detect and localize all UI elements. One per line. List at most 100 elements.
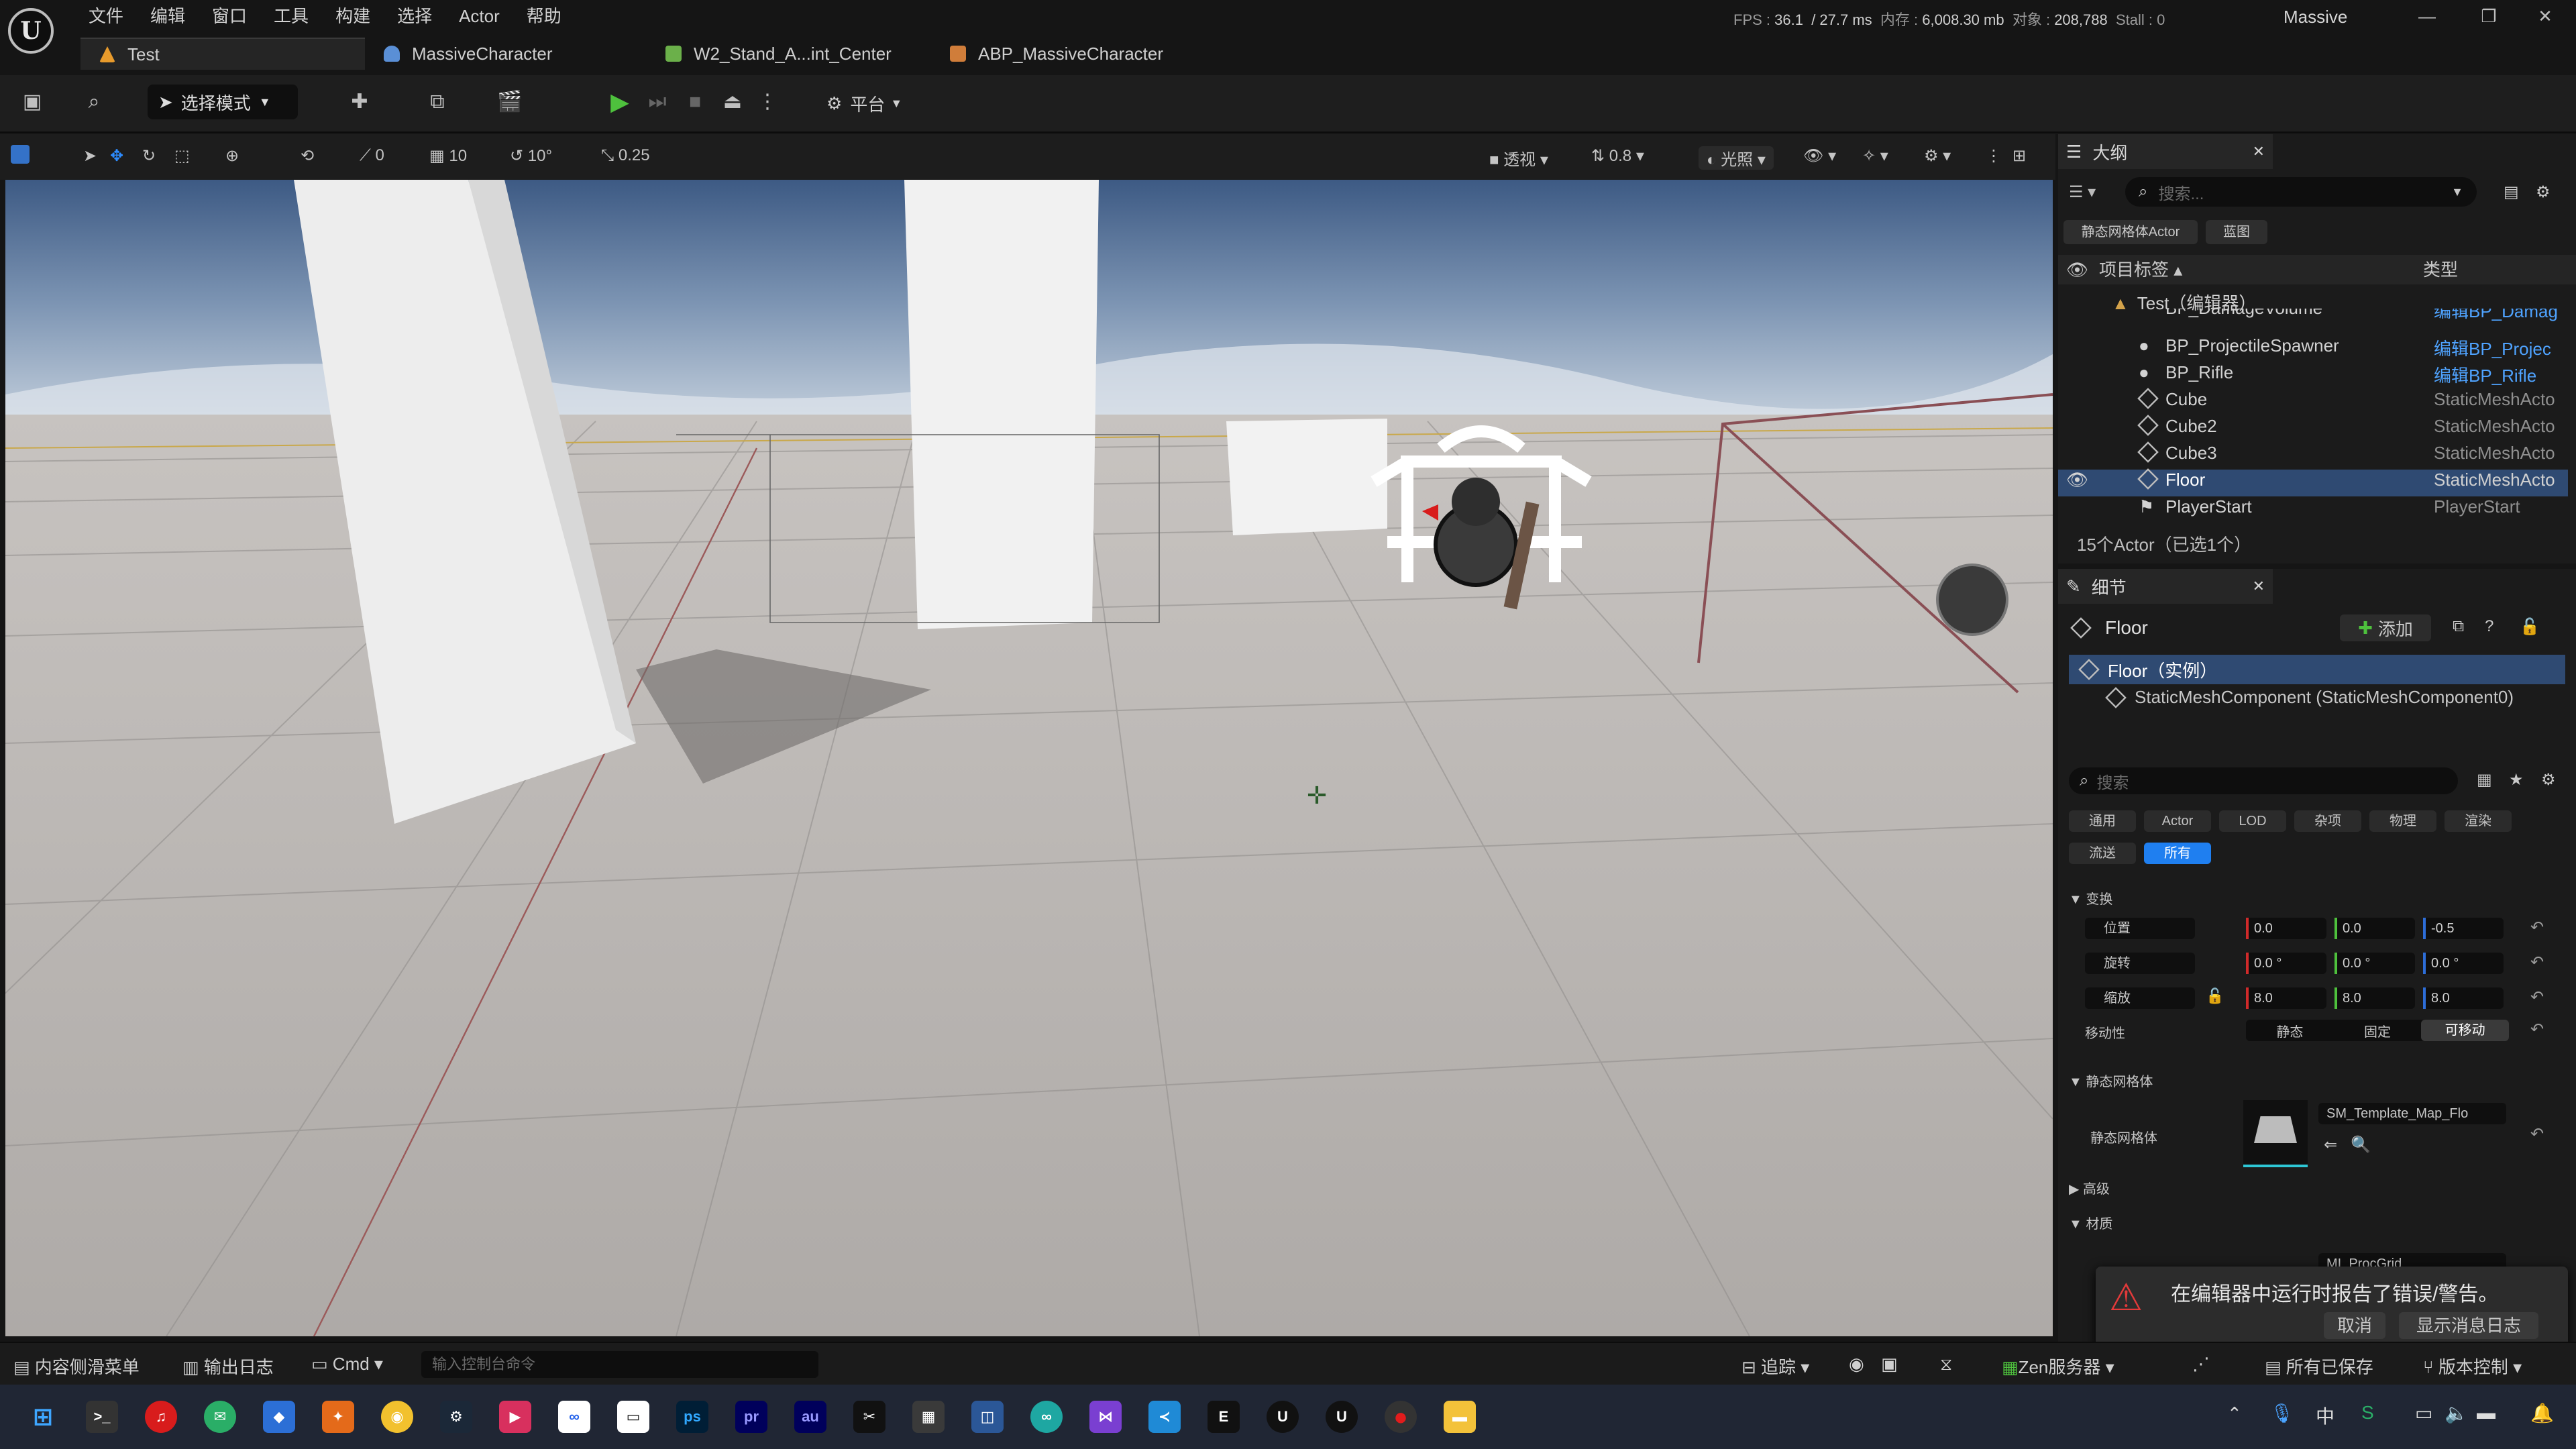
app-icon[interactable]: ▭ bbox=[617, 1401, 649, 1433]
column-label[interactable]: 项目标签 ▴ bbox=[2099, 260, 2182, 280]
scale-icon[interactable]: ⬚ bbox=[174, 146, 190, 166]
menu-select[interactable]: 选择 bbox=[386, 3, 448, 30]
show-log-button[interactable]: 显示消息日志 bbox=[2399, 1312, 2538, 1339]
record-icon[interactable]: ● bbox=[1385, 1401, 1417, 1433]
record-icon[interactable]: ◉ bbox=[1849, 1354, 1864, 1375]
audition-icon[interactable]: au bbox=[794, 1401, 826, 1433]
microphone-icon[interactable]: 🎙 bbox=[2270, 1402, 2294, 1424]
premiere-icon[interactable]: pr bbox=[735, 1401, 767, 1433]
item-type[interactable]: 编辑BP_Rifle bbox=[2434, 362, 2536, 387]
more-icon[interactable]: ⋮ bbox=[754, 89, 781, 115]
star-icon[interactable]: ★ bbox=[2509, 770, 2524, 790]
translate-icon[interactable]: ✥ bbox=[110, 146, 123, 166]
instance-row[interactable]: Floor（实例） bbox=[2069, 655, 2565, 684]
select-tool-icon[interactable]: ➤ bbox=[83, 146, 97, 166]
save-all-button[interactable]: ▤ 所有已保存 bbox=[2265, 1354, 2373, 1379]
list-item[interactable]: Cube3 StaticMeshActo bbox=[2058, 441, 2568, 470]
filter-lod[interactable]: LOD bbox=[2219, 810, 2286, 832]
meta-icon[interactable]: ∞ bbox=[558, 1401, 590, 1433]
blueprint-menu-icon[interactable]: ⧉ bbox=[424, 89, 451, 115]
cmd-dropdown[interactable]: ▭ Cmd ▾ bbox=[311, 1354, 383, 1375]
viewport-options-icon[interactable]: ⋮ bbox=[1986, 146, 2002, 166]
unreal-icon[interactable]: U bbox=[1267, 1401, 1299, 1433]
menu-help[interactable]: 帮助 bbox=[516, 3, 578, 30]
filter-rendering[interactable]: 渲染 bbox=[2445, 810, 2512, 832]
minimize-button[interactable]: — bbox=[2396, 3, 2458, 30]
app-icon[interactable]: ▶ bbox=[499, 1401, 531, 1433]
filter-physics[interactable]: 物理 bbox=[2369, 810, 2436, 832]
rotation-dropdown[interactable]: 旋转 bbox=[2085, 953, 2195, 974]
app-icon[interactable]: ◫ bbox=[971, 1401, 1004, 1433]
blueprint-convert-icon[interactable]: ⧉ bbox=[2453, 617, 2464, 636]
location-y[interactable]: 0.0 bbox=[2334, 918, 2415, 939]
scale-z[interactable]: 8.0 bbox=[2423, 987, 2504, 1009]
reset-icon[interactable]: ↶ bbox=[2530, 987, 2544, 1007]
lock-icon[interactable]: 🔓 bbox=[2520, 617, 2540, 637]
reset-icon[interactable]: ↶ bbox=[2530, 918, 2544, 937]
filter-chip-blueprint[interactable]: 蓝图 bbox=[2206, 220, 2267, 244]
chrome-icon[interactable]: ◉ bbox=[381, 1401, 413, 1433]
add-component-button[interactable]: ✚ 添加 bbox=[2340, 614, 2431, 641]
tab-animation[interactable]: W2_Stand_A...int_Center bbox=[665, 38, 892, 70]
angle-snap-button[interactable]: ⟋ 0 bbox=[360, 146, 384, 165]
close-window-button[interactable]: ✕ bbox=[2514, 3, 2576, 30]
realtime-icon[interactable]: ✧ ▾ bbox=[1862, 146, 1888, 166]
calculator-icon[interactable]: ▦ bbox=[912, 1401, 945, 1433]
visual-studio-icon[interactable]: ⋈ bbox=[1089, 1401, 1122, 1433]
browse-icon[interactable]: ⌕ bbox=[80, 89, 107, 115]
location-z[interactable]: -0.5 bbox=[2423, 918, 2504, 939]
mesh-dropdown[interactable]: SM_Template_Map_Flo bbox=[2318, 1103, 2506, 1124]
viewport-menu-icon[interactable] bbox=[11, 145, 30, 164]
list-item[interactable]: BP_DamageVolume 编辑BP_Damag bbox=[2058, 309, 2568, 325]
lock-icon[interactable]: 🔓 bbox=[2206, 987, 2224, 1005]
surface-snap-icon[interactable]: ⟲ bbox=[301, 146, 314, 166]
ime-indicator[interactable]: 中 bbox=[2316, 1402, 2334, 1429]
mesh-thumbnail[interactable] bbox=[2243, 1100, 2308, 1167]
grid-snap-button[interactable]: ▦ 10 bbox=[429, 146, 467, 166]
tray-app-icon[interactable]: S bbox=[2361, 1402, 2374, 1424]
rotation-z[interactable]: 0.0 ° bbox=[2423, 953, 2504, 974]
cinematics-icon[interactable]: 🎬 bbox=[496, 89, 523, 115]
chevron-up-icon[interactable]: ⌃ bbox=[2227, 1403, 2242, 1424]
filter-streaming[interactable]: 流送 bbox=[2069, 843, 2136, 864]
grid-view-icon[interactable]: ▦ bbox=[2477, 770, 2492, 790]
derived-data-icon[interactable]: ⋰ bbox=[2192, 1354, 2210, 1375]
photoshop-icon[interactable]: ps bbox=[676, 1401, 708, 1433]
item-type[interactable]: 编辑BP_Projec bbox=[2434, 335, 2551, 360]
world-space-icon[interactable]: ⊕ bbox=[225, 146, 239, 166]
section-transform[interactable]: ▼ 变换 bbox=[2069, 888, 2112, 908]
menu-tools[interactable]: 工具 bbox=[263, 3, 325, 30]
output-log-button[interactable]: ▥ 输出日志 bbox=[182, 1354, 274, 1379]
rotation-x[interactable]: 0.0 ° bbox=[2246, 953, 2326, 974]
scale-x[interactable]: 8.0 bbox=[2246, 987, 2326, 1009]
butterfly-app-icon[interactable]: ✦ bbox=[322, 1401, 354, 1433]
folder-icon[interactable]: ▬ bbox=[1444, 1401, 1476, 1433]
reset-icon[interactable]: ↶ bbox=[2530, 1124, 2544, 1144]
scale-dropdown[interactable]: 缩放 bbox=[2085, 987, 2195, 1009]
help-icon[interactable]: ? bbox=[2485, 617, 2493, 636]
menu-window[interactable]: 窗口 bbox=[201, 3, 263, 30]
settings-icon[interactable]: ⚙ ▾ bbox=[1924, 146, 1951, 166]
scale-snap-button[interactable]: ⤡ 0.25 bbox=[601, 146, 650, 165]
play-icon[interactable]: ▶ bbox=[606, 89, 633, 115]
app-icon[interactable]: ◆ bbox=[263, 1401, 295, 1433]
eye-icon[interactable]: 👁 bbox=[2066, 470, 2088, 490]
source-control-button[interactable]: ⑂ 版本控制 ▾ bbox=[2423, 1354, 2522, 1379]
eye-icon[interactable]: 👁 bbox=[2066, 260, 2088, 280]
reset-icon[interactable]: ↶ bbox=[2530, 1020, 2544, 1039]
rotate-icon[interactable]: ↻ bbox=[142, 146, 156, 166]
menu-build[interactable]: 构建 bbox=[325, 3, 386, 30]
platforms-button[interactable]: ⚙ 平台 ▼ bbox=[826, 91, 902, 116]
save-icon[interactable]: ▣ bbox=[19, 89, 46, 115]
wechat-icon[interactable]: ✉ bbox=[204, 1401, 236, 1433]
tab-outliner[interactable]: ☰ 大纲 ✕ bbox=[2058, 134, 2273, 169]
steam-icon[interactable]: ⚙ bbox=[440, 1401, 472, 1433]
screenshot-icon[interactable]: ▣ bbox=[1881, 1354, 1898, 1375]
scale-y[interactable]: 8.0 bbox=[2334, 987, 2415, 1009]
show-icon[interactable]: 👁 ▾ bbox=[1803, 146, 1836, 166]
menu-file[interactable]: 文件 bbox=[78, 3, 140, 30]
eject-icon[interactable]: ⏏ bbox=[719, 89, 746, 115]
list-item[interactable]: ● BP_Rifle 编辑BP_Rifle bbox=[2058, 362, 2568, 389]
settings-icon[interactable]: ⚙ bbox=[2541, 770, 2556, 790]
camera-speed-button[interactable]: ⇅ 0.8 ▾ bbox=[1591, 146, 1644, 166]
